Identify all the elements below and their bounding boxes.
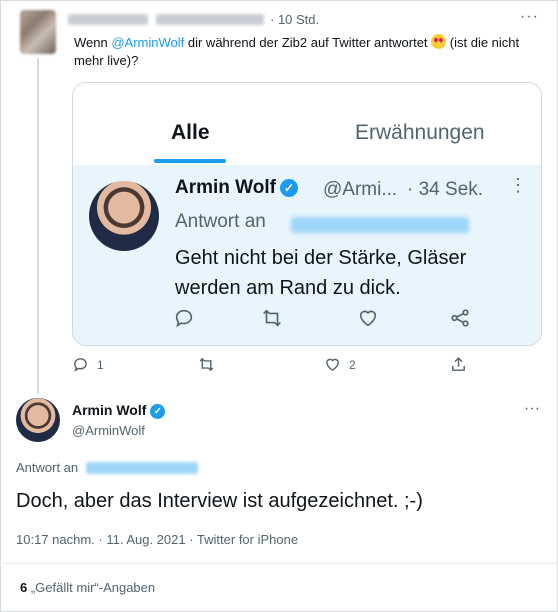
- like-count: 2: [349, 357, 356, 372]
- retweet-icon: [261, 307, 285, 331]
- verified-icon: ✓: [150, 404, 166, 419]
- verified-icon: ✓: [279, 179, 298, 197]
- like-button[interactable]: 2: [324, 356, 356, 373]
- thread-line: [37, 58, 39, 394]
- retweet-button[interactable]: [198, 356, 223, 373]
- tweet-timestamp[interactable]: 10:17 nachm. · 11. Aug. 2021 · Twitter f…: [16, 532, 298, 547]
- reply-icon: [173, 307, 197, 331]
- embedded-time: · 34 Sek.: [407, 179, 484, 200]
- author-name[interactable]: Armin Wolf ✓: [72, 402, 166, 419]
- likes-label: „Gefällt mir“-Angaben: [27, 580, 156, 595]
- embedded-action-bar: [73, 307, 541, 337]
- more-icon[interactable]: ···: [520, 8, 539, 26]
- blurred-avatar[interactable]: [20, 10, 56, 54]
- blurred-reply-target: [291, 217, 469, 233]
- avatar: [89, 181, 159, 251]
- tab-alle: Alle: [171, 121, 210, 144]
- share-icon: [452, 357, 465, 371]
- reply-tweet-text: Doch, aber das Interview ist aufgezeichn…: [16, 490, 423, 512]
- divider: [0, 563, 558, 564]
- more-icon: ⋮: [509, 175, 527, 195]
- reply-count: 1: [97, 357, 104, 372]
- embedded-author-name: Armin Wolf ✓: [175, 177, 298, 199]
- tab-erwaehnungen: Erwähnungen: [355, 121, 485, 144]
- notification-tabs: Alle Erwähnungen: [73, 83, 541, 165]
- blurred-username[interactable]: [68, 14, 148, 25]
- reply-icon: [74, 358, 87, 372]
- more-icon[interactable]: ···: [524, 400, 540, 418]
- share-button[interactable]: [450, 356, 475, 373]
- embedded-reply-label: Antwort an: [175, 211, 266, 232]
- blurred-handle[interactable]: [156, 14, 264, 25]
- embedded-screenshot-card[interactable]: Alle Erwähnungen Armin Wolf ✓ @Armi... · …: [72, 82, 542, 346]
- tweet-time[interactable]: · 10 Std.: [270, 12, 319, 27]
- avatar[interactable]: [16, 398, 60, 442]
- reply-button[interactable]: 1: [72, 356, 104, 373]
- embedded-handle: @Armi...: [323, 179, 398, 200]
- mention-link[interactable]: @ArminWolf: [111, 35, 184, 50]
- tweet-text: Wenn @ArminWolf dir während der Zib2 auf…: [74, 34, 520, 68]
- author-handle[interactable]: @ArminWolf: [72, 423, 145, 438]
- like-icon: [326, 358, 339, 372]
- like-icon: [357, 307, 381, 331]
- blurred-reply-target[interactable]: [86, 462, 198, 474]
- likes-link[interactable]: 6 „Gefällt mir“-Angaben: [20, 580, 155, 595]
- share-icon: [449, 307, 473, 331]
- embedded-tweet-text: Geht nicht bei der Stärke, Gläser werden…: [175, 247, 467, 299]
- retweet-icon: [199, 357, 214, 372]
- embedded-tweet: Armin Wolf ✓ @Armi... · 34 Sek. ⋮ Antwort…: [73, 165, 541, 345]
- reply-to-label: Antwort an: [16, 460, 79, 475]
- tweet-action-bar: 1 2: [72, 356, 542, 378]
- heart-eyes-emoji-icon: [431, 34, 447, 49]
- active-tab-indicator: [154, 159, 226, 163]
